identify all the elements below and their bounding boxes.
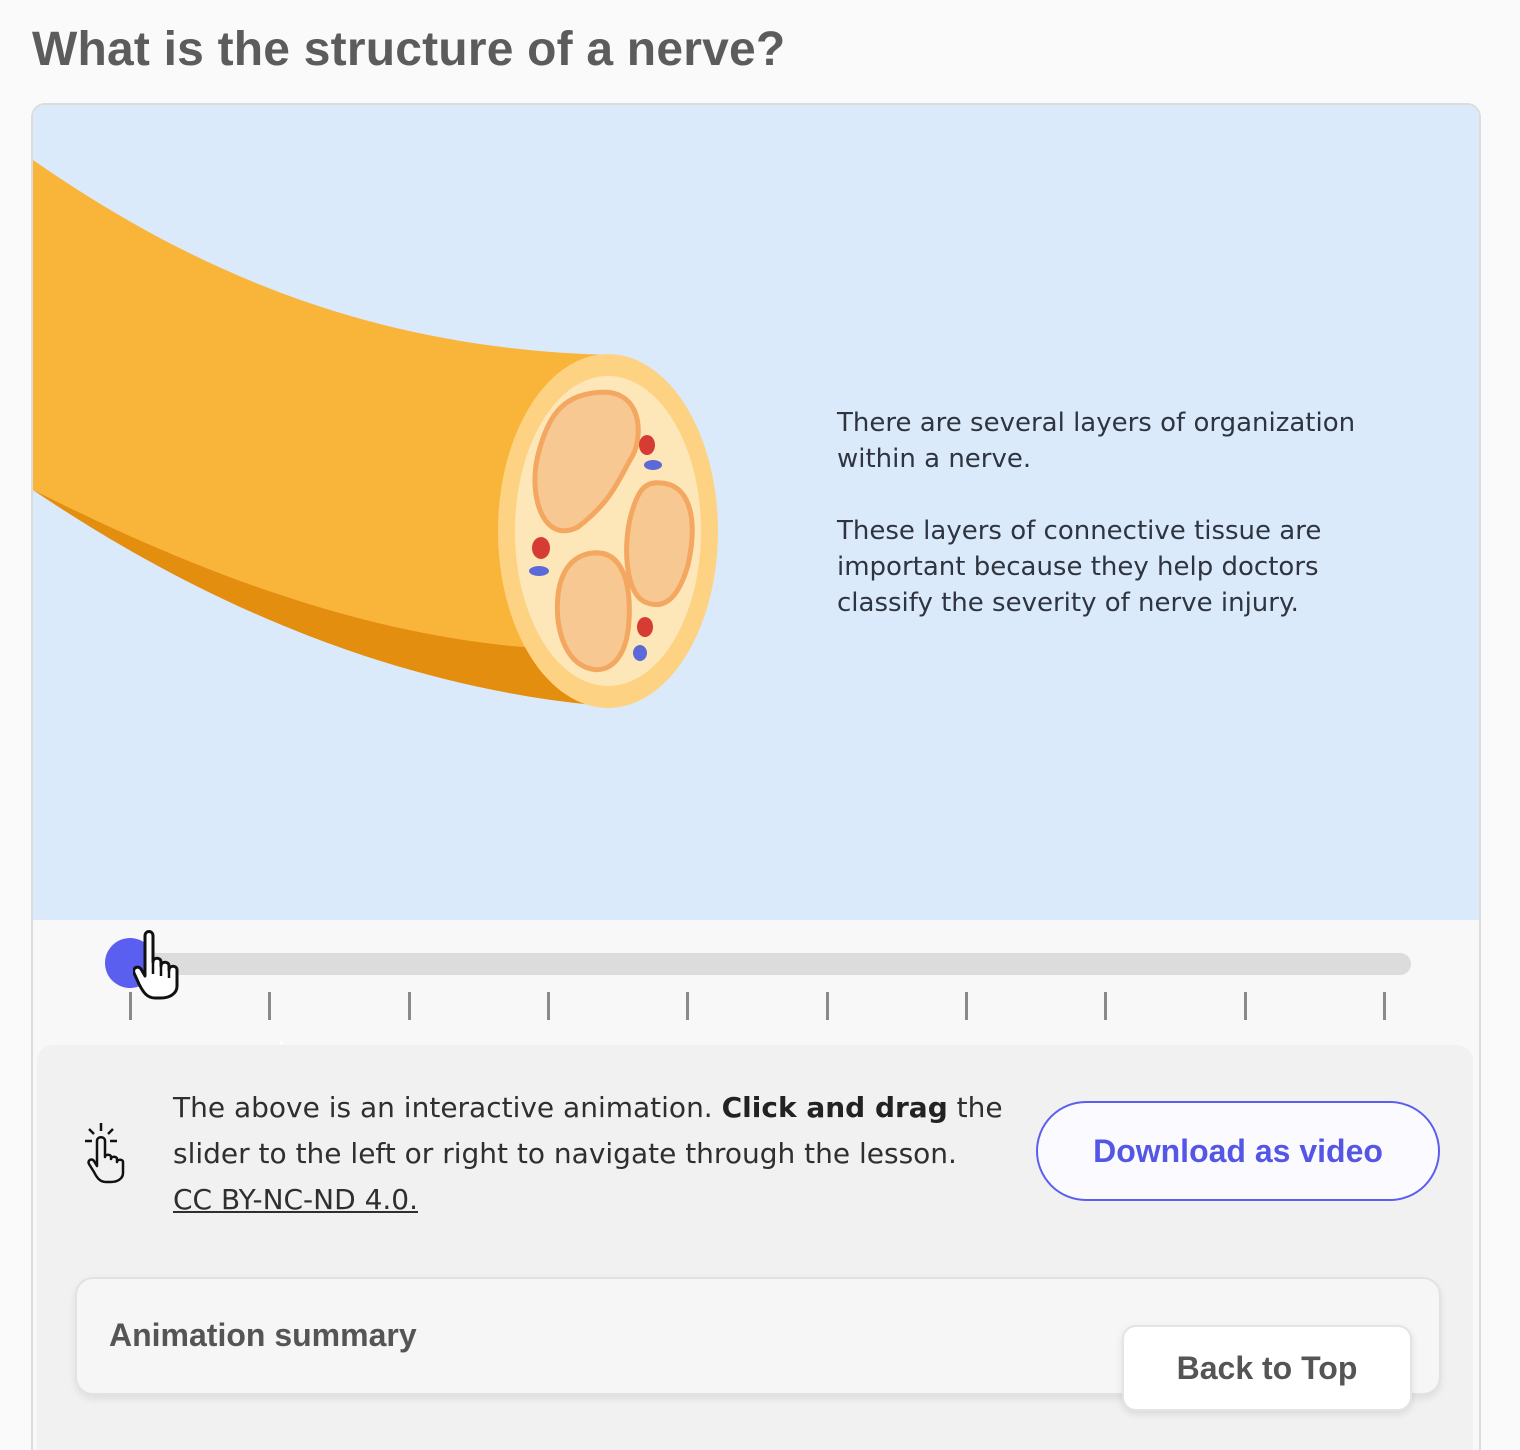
hand-pointer-icon (133, 930, 179, 1000)
slider-tick (965, 992, 968, 1020)
slider-tick (1104, 992, 1108, 1020)
tap-gesture-icon (85, 1123, 125, 1184)
caption-paragraph: There are several layers of organization… (837, 408, 1356, 474)
license-link[interactable]: CC BY-NC-ND 4.0. (173, 1183, 418, 1216)
artery (532, 537, 550, 559)
download-video-button[interactable]: Download as video (1036, 1101, 1440, 1201)
slider-tick (268, 992, 272, 1020)
vein (644, 460, 662, 470)
page: What is the structure of a nerve? There … (0, 0, 1520, 1450)
vein (529, 566, 549, 576)
page-title: What is the structure of a nerve? (32, 23, 786, 76)
animation-caption: There are several layers of organization… (837, 405, 1397, 657)
summary-title: Animation summary (109, 1317, 417, 1353)
slider-track[interactable] (129, 953, 1411, 975)
slider-tick (129, 992, 132, 1020)
caption-paragraph: These layers of connective tissue are im… (837, 516, 1322, 618)
back-to-top-button[interactable]: Back to Top (1122, 1325, 1412, 1411)
animation-card: There are several layers of organization… (31, 103, 1481, 1450)
slider-tick (407, 992, 411, 1020)
slider-tick (547, 992, 550, 1020)
animation-stage: There are several layers of organization… (33, 105, 1479, 920)
slider-tick (825, 992, 829, 1020)
vein (633, 645, 647, 661)
instructions-part: The above is an interactive animation. (173, 1091, 722, 1124)
instructions-text: The above is an interactive animation. C… (173, 1085, 1003, 1223)
lesson-slider[interactable] (33, 920, 1479, 1074)
artery (639, 435, 655, 455)
fascicle-right (624, 480, 695, 608)
fascicle-bottom (554, 550, 632, 673)
nerve-illustration (33, 160, 718, 708)
slider-tick (1243, 992, 1247, 1020)
instructions-bold: Click and drag (721, 1091, 948, 1124)
slider-tick (686, 992, 690, 1020)
artery (637, 617, 653, 637)
slider-tick (1383, 992, 1386, 1020)
